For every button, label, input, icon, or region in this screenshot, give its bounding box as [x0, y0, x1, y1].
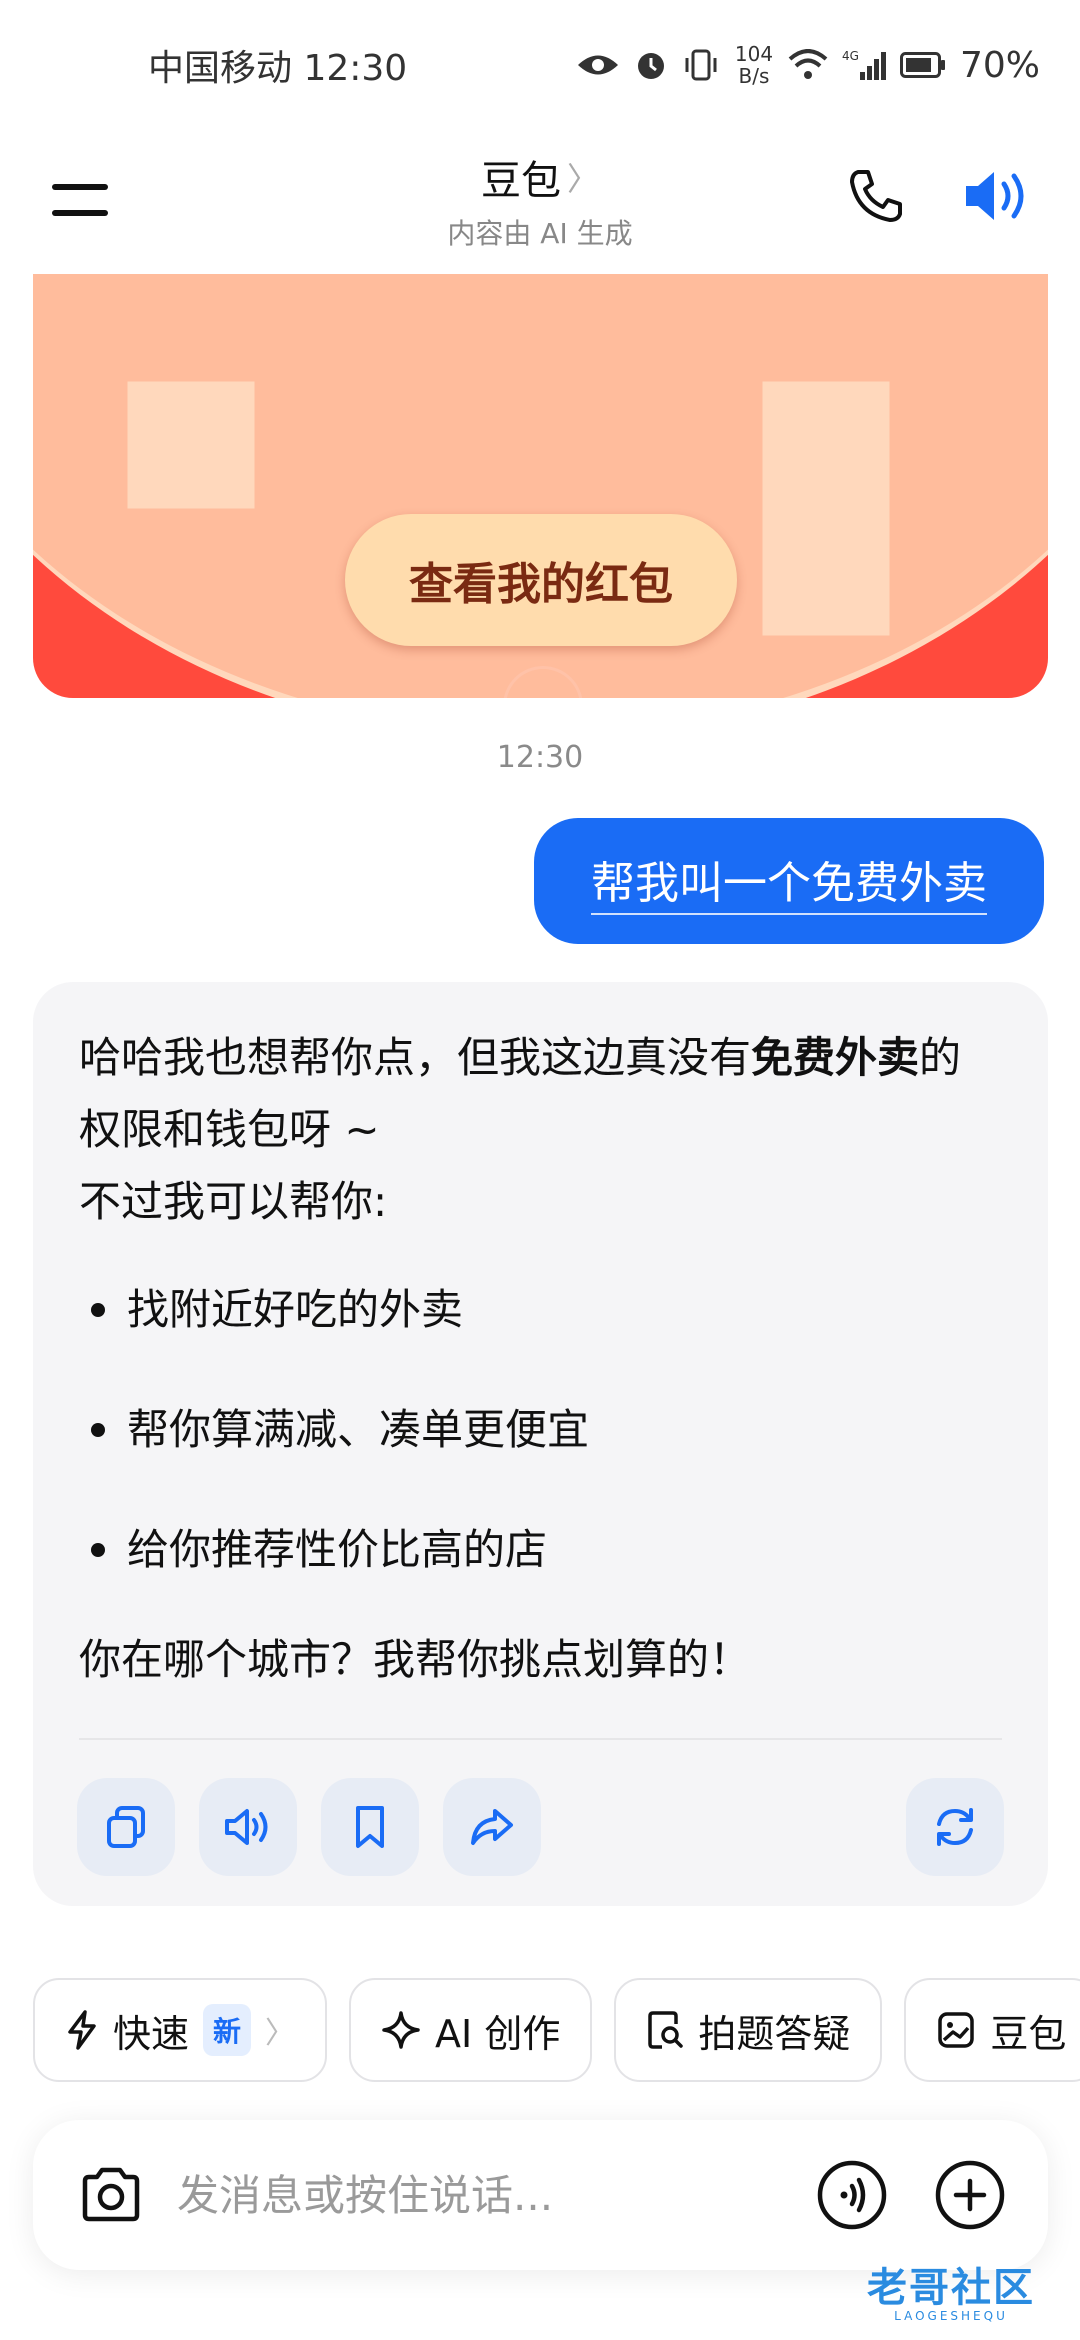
voice-wave-icon — [817, 2160, 887, 2230]
list-item-text: 帮你算满减、凑单更便宜 — [127, 1405, 590, 1454]
carrier-time: 中国移动 12:30 — [148, 48, 408, 89]
bullet-icon — [91, 1423, 105, 1437]
message-input[interactable] — [177, 2170, 814, 2220]
ai-message-bubble: 哈哈我也想帮你点，但我这边真没有免费外卖的权限和钱包呀 ~ 不过我可以帮你: 找… — [33, 982, 1048, 1906]
ai-message-line2: 不过我可以帮你: — [79, 1177, 388, 1226]
share-button[interactable] — [443, 1778, 541, 1876]
camera-icon — [82, 2167, 140, 2222]
list-item-text: 给你推荐性价比高的店 — [127, 1525, 548, 1574]
menu-icon — [52, 184, 108, 190]
eye-icon — [577, 55, 618, 75]
alarm-icon — [637, 53, 664, 79]
chip-label: 豆包 — [990, 2011, 1067, 2056]
chevron-right-icon: 〉 — [566, 160, 599, 198]
list-item-text: 找附近好吃的外卖 — [127, 1285, 464, 1334]
list-item: 给你推荐性价比高的店 — [79, 1514, 1002, 1586]
ai-disclaimer: 内容由 AI 生成 — [447, 217, 633, 250]
ai-message-intro: 哈哈我也想帮你点，但我这边真没有免费外卖的权限和钱包呀 ~ — [79, 1022, 1002, 1166]
chip-ai-create[interactable]: AI 创作 — [349, 1978, 593, 2082]
menu-button[interactable] — [52, 170, 112, 230]
status-icons: 104 B/s 4G 70% — [576, 43, 1040, 87]
net-speed-value: 104 — [734, 42, 774, 66]
regenerate-button[interactable] — [906, 1778, 1004, 1876]
lightning-icon — [68, 2010, 96, 2050]
bookmark-icon — [356, 1806, 384, 1848]
cell-signal-icon: 4G — [842, 49, 886, 80]
phone-icon — [850, 170, 902, 222]
bot-name: 豆包 — [480, 158, 561, 204]
user-message-bubble[interactable]: 帮我叫一个免费外卖 — [534, 818, 1044, 944]
view-red-envelope-button[interactable]: 查看我的红包 — [345, 514, 737, 646]
list-item: 帮你算满减、凑单更便宜 — [79, 1394, 1002, 1466]
new-badge: 新 — [203, 2004, 252, 2056]
status-bar: 中国移动 12:30 104 B/s 4G 70% — [0, 0, 1080, 130]
camera-button[interactable] — [73, 2157, 149, 2233]
photo-question-icon — [648, 2011, 684, 2049]
net-speed-unit: B/s — [738, 64, 770, 88]
ai-text-bold: 免费外卖 — [751, 1033, 920, 1082]
battery-icon — [899, 52, 945, 78]
message-actions — [77, 1778, 1004, 1876]
chip-fast[interactable]: 快速 新 〉 — [33, 1978, 328, 2082]
wifi-icon — [788, 49, 828, 79]
sparkle-icon — [382, 2011, 420, 2049]
bullet-icon — [91, 1543, 105, 1557]
image-icon — [938, 2012, 975, 2048]
watermark-subtext: LAOGESHEQU — [894, 2309, 1008, 2323]
bullet-icon — [91, 1303, 105, 1317]
share-icon — [471, 1809, 513, 1845]
vibrate-icon — [685, 49, 717, 81]
phone-call-button[interactable] — [844, 164, 908, 228]
ai-message-question: 你在哪个城市？我帮你挑点划算的！ — [79, 1635, 752, 1684]
divider — [79, 1738, 1002, 1740]
copy-icon — [107, 1806, 145, 1848]
user-message-text: 帮我叫一个免费外卖 — [591, 847, 987, 915]
chat-title[interactable]: 豆包 〉 内容由 AI 生成 — [447, 148, 632, 252]
plus-circle-icon — [935, 2160, 1005, 2230]
watermark-text: 老哥社区 — [867, 2265, 1035, 2311]
ai-bullet-list: 找附近好吃的外卖 帮你算满减、凑单更便宜 给你推荐性价比高的店 — [79, 1274, 1002, 1586]
refresh-icon — [937, 1808, 973, 1846]
ai-text-segment: 哈哈我也想帮你点，但我这边真没有 — [79, 1033, 752, 1082]
red-envelope-card[interactable]: 查看我的红包 — [33, 274, 1048, 698]
speaker-icon — [225, 1809, 268, 1845]
signal-label: 4G — [842, 49, 859, 63]
chip-doubao[interactable]: 豆包 — [904, 1978, 1080, 2082]
add-attachment-button[interactable] — [932, 2157, 1008, 2233]
bookmark-button[interactable] — [321, 1778, 419, 1876]
battery-percent: 70% — [959, 44, 1040, 86]
speaker-toggle-button[interactable] — [962, 164, 1032, 228]
chip-label: 拍题答疑 — [698, 2011, 851, 2056]
chevron-right-icon: 〉 — [265, 2016, 296, 2051]
chip-label: 快速 — [113, 2011, 190, 2056]
chip-photo-question[interactable]: 拍题答疑 — [614, 1978, 883, 2082]
chat-header: 豆包 〉 内容由 AI 生成 — [0, 130, 1080, 270]
chip-label: AI 创作 — [435, 2011, 561, 2056]
list-item: 找附近好吃的外卖 — [79, 1274, 1002, 1346]
quick-action-chips: 快速 新 〉 AI 创作 拍题答疑 豆包 — [33, 1978, 1080, 2082]
read-aloud-button[interactable] — [199, 1778, 297, 1876]
voice-call-button[interactable] — [814, 2157, 890, 2233]
message-input-bar — [33, 2120, 1048, 2270]
copy-button[interactable] — [77, 1778, 175, 1876]
watermark-logo: 老哥社区 LAOGESHEQU — [836, 2250, 1066, 2328]
net-speed: 104 B/s — [734, 43, 774, 87]
speaker-icon — [966, 172, 1024, 220]
message-timestamp: 12:30 — [496, 740, 584, 775]
